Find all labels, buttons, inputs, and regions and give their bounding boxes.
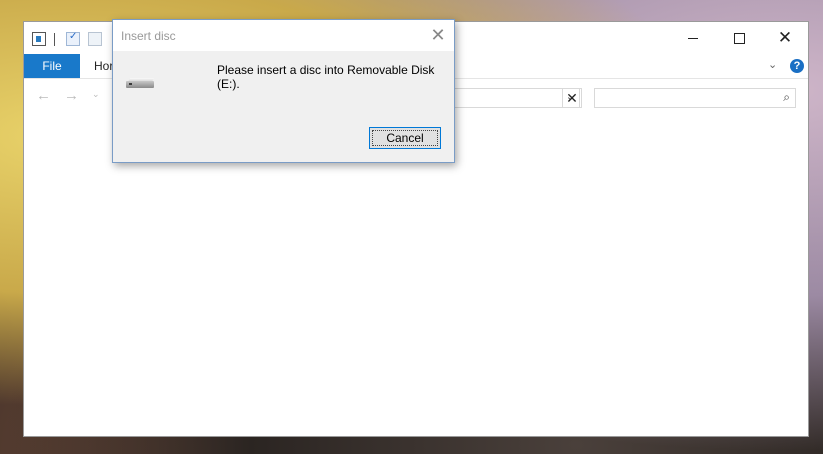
- tab-home[interactable]: Hor: [94, 54, 113, 78]
- new-folder-icon[interactable]: [88, 32, 102, 46]
- maximize-icon: [733, 32, 745, 44]
- maximize-button[interactable]: [716, 22, 762, 54]
- insert-disc-dialog: Insert disc ✕ Please insert a disc into …: [112, 19, 455, 163]
- close-icon[interactable]: ✕: [425, 24, 451, 46]
- clear-icon[interactable]: ✕: [562, 88, 582, 108]
- search-icon: ⌕: [783, 90, 790, 104]
- tab-file[interactable]: File: [24, 54, 80, 78]
- explorer-icon[interactable]: [32, 32, 46, 46]
- close-icon: ✕: [777, 28, 793, 47]
- drive-led: [129, 83, 132, 85]
- properties-icon[interactable]: [66, 31, 80, 46]
- address-bar[interactable]: ⌄: [444, 88, 580, 108]
- dialog-title: Insert disc: [121, 29, 176, 43]
- dialog-message: Please insert a disc into Removable Disk…: [217, 63, 435, 91]
- close-button[interactable]: ✕: [762, 22, 808, 54]
- chevron-down-icon[interactable]: ⌄: [768, 58, 777, 71]
- minimize-button[interactable]: [670, 22, 716, 54]
- cancel-button[interactable]: Cancel: [369, 127, 441, 149]
- minimize-icon: [688, 37, 698, 39]
- removable-drive-icon: [126, 78, 155, 88]
- quick-access-separator: [54, 33, 55, 46]
- dialog-title-bar: Insert disc ✕: [113, 20, 454, 51]
- forward-arrow-icon[interactable]: →: [64, 87, 79, 104]
- help-icon[interactable]: ?: [790, 59, 804, 73]
- search-input[interactable]: ⌕: [594, 88, 796, 108]
- back-arrow-icon[interactable]: ←: [36, 87, 51, 104]
- recent-locations-icon[interactable]: ⌄: [92, 89, 100, 100]
